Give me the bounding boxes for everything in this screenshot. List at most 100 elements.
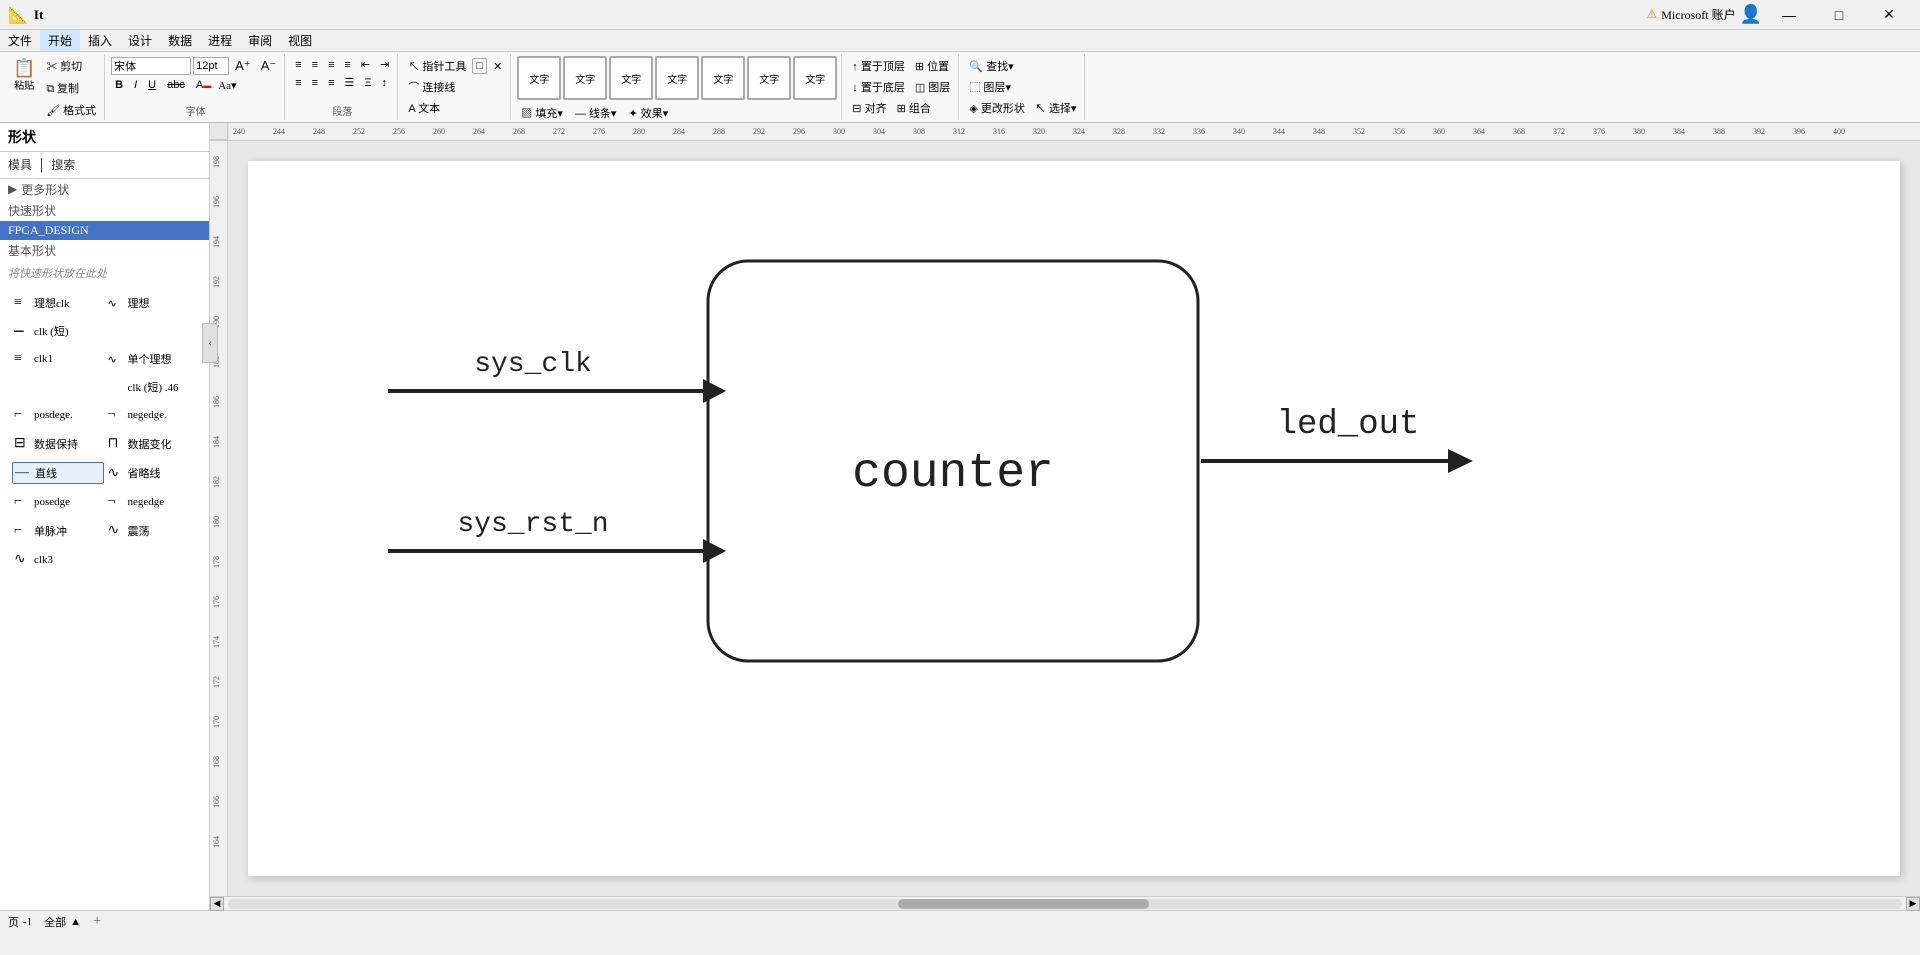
image-button[interactable]: ⬚ 图层▾ <box>965 77 1015 97</box>
sidebar-nav-search[interactable]: 搜索 <box>51 156 75 174</box>
font-decrease-button[interactable]: A⁻ <box>257 56 281 76</box>
menu-design[interactable]: 设计 <box>120 30 160 51</box>
shape-idealclk[interactable]: ≡ 理想clk <box>12 293 104 313</box>
shape-style-2[interactable]: 文字 <box>563 56 607 100</box>
align-justify-button[interactable]: ≡ <box>341 56 355 73</box>
shape-oscillate[interactable]: ∿ 震荡 <box>106 520 198 541</box>
menu-insert[interactable]: 插入 <box>80 30 120 51</box>
align-top-button[interactable]: ≡ <box>291 74 305 91</box>
title-left: 📐 It <box>8 5 43 25</box>
add-page-button[interactable]: + <box>93 914 101 930</box>
align-button[interactable]: ⊟ 对齐 <box>848 98 890 118</box>
shape-data-change[interactable]: ⊓ 数据变化 <box>106 433 198 454</box>
line-button[interactable]: — 线条▾ <box>571 103 621 123</box>
menu-data[interactable]: 数据 <box>160 30 200 51</box>
send-backward-button[interactable]: ↓ 置于底层 <box>848 77 909 97</box>
shape-ideal[interactable]: ∿ 理想 <box>106 293 198 313</box>
align-center-button[interactable]: ≡ <box>308 56 322 73</box>
cut-button[interactable]: ✂ 剪切 <box>42 56 100 76</box>
menu-review[interactable]: 审阅 <box>240 30 280 51</box>
shape-style-4-text: 文字 <box>667 71 687 86</box>
underline-button[interactable]: U <box>144 77 160 93</box>
spacing-button[interactable]: ↕ <box>378 74 392 91</box>
sidebar-item-basic-shapes[interactable]: 基本形状 <box>0 240 209 261</box>
shape-abbreviated[interactable]: ∿ 省略线 <box>106 462 198 484</box>
fill-button[interactable]: ▧ 填充▾ <box>517 103 567 123</box>
menu-process[interactable]: 进程 <box>200 30 240 51</box>
sidebar-collapse-button[interactable]: ‹ <box>202 323 218 363</box>
shape-line[interactable]: — 直线 <box>12 462 104 484</box>
page-canvas: counter sys_clk sys_rst_n <box>248 161 1900 876</box>
list-button[interactable]: ☰ <box>341 74 359 91</box>
group-button[interactable]: ⊞ 组合 <box>893 98 935 118</box>
menu-home[interactable]: 开始 <box>40 30 80 51</box>
close-tool-button[interactable]: ✕ <box>489 58 506 75</box>
pointer-box-button[interactable]: □ <box>472 58 487 74</box>
horizontal-scrollbar[interactable]: ◀ ▶ <box>210 896 1920 910</box>
font-color-button[interactable]: A▬ <box>192 77 215 93</box>
sidebar-item-more-shapes[interactable]: ▶ 更多形状 <box>0 179 209 200</box>
position-button[interactable]: ⊞ 位置 <box>911 56 953 76</box>
shape-data-hold[interactable]: ⊟ 数据保持 <box>12 433 104 454</box>
scroll-thumb[interactable] <box>898 899 1149 909</box>
change-shape-button[interactable]: ◈ 更改形状 <box>965 98 1029 118</box>
font-increase-button[interactable]: A⁺ <box>231 56 255 76</box>
scroll-right-button[interactable]: ▶ <box>1906 897 1920 911</box>
tools-content: ↖ 指针工具 □ ✕ ⌒ 连接线 A 文本 <box>404 56 506 118</box>
shape-clk-46[interactable]: clk (短) .46 <box>106 377 198 397</box>
scroll-left-button[interactable]: ◀ <box>210 897 224 911</box>
numbered-list-button[interactable]: Ξ <box>360 74 375 91</box>
effect-button[interactable]: ✦ 效果▾ <box>624 103 672 123</box>
bring-forward-button[interactable]: ↑ 置于顶层 <box>848 56 909 76</box>
pointer-tool-button[interactable]: ↖ 指针工具 <box>404 56 470 76</box>
copy-button[interactable]: ⧉ 复制 <box>42 78 100 98</box>
shape-single-ideal[interactable]: ∿ 单个理想 <box>106 349 198 369</box>
font-size-input[interactable] <box>193 57 229 75</box>
italic-button[interactable]: I <box>130 77 141 93</box>
shape-style-4[interactable]: 文字 <box>655 56 699 100</box>
shape-style-7[interactable]: 文字 <box>793 56 837 100</box>
format-button[interactable]: 🖌 格式式 <box>42 100 100 120</box>
text-tool-button[interactable]: A 文本 <box>404 98 444 118</box>
find-button[interactable]: 🔍 查找▾ <box>965 56 1017 76</box>
layer-button[interactable]: ◫ 图层 <box>911 77 954 97</box>
shape-style-5[interactable]: 文字 <box>701 56 745 100</box>
shape-posedge[interactable]: ⌐ posedge <box>12 492 104 512</box>
paste-button[interactable]: 📋 粘贴 <box>8 56 40 95</box>
minimize-button[interactable]: — <box>1766 1 1812 29</box>
indent-increase-button[interactable]: ⇥ <box>376 56 393 73</box>
font-name-input[interactable] <box>111 57 191 75</box>
shape-posdege[interactable]: ⌐ posdege. <box>12 405 104 425</box>
shape-negedge-dot[interactable]: ¬ negedge. <box>106 405 198 425</box>
align-left-button[interactable]: ≡ <box>291 56 305 73</box>
shape-single-pulse[interactable]: ⌐ 单脉冲 <box>12 520 104 541</box>
align-bottom-button[interactable]: ≡ <box>324 74 338 91</box>
scroll-track[interactable] <box>228 899 1902 909</box>
svg-text:164: 164 <box>212 836 221 848</box>
connect-tool-button[interactable]: ⌒ 连接线 <box>404 77 459 97</box>
shape-style-1[interactable]: 文字 <box>517 56 561 100</box>
menu-view[interactable]: 视图 <box>280 30 320 51</box>
sidebar-item-quick-shapes[interactable]: 快速形状 <box>0 200 209 221</box>
shape-style-3[interactable]: 文字 <box>609 56 653 100</box>
bold-button[interactable]: B <box>111 77 127 93</box>
svg-text:184: 184 <box>212 436 221 448</box>
shape-clk1[interactable]: ≡ clk1 <box>12 349 104 369</box>
shape-clk3[interactable]: ∿ clk3 <box>12 549 104 570</box>
sidebar-nav-stencils[interactable]: 模具 <box>8 156 32 174</box>
close-button[interactable]: ✕ <box>1866 1 1912 29</box>
maximize-button[interactable]: □ <box>1816 1 1862 29</box>
align-middle-button[interactable]: ≡ <box>308 74 322 91</box>
indent-decrease-button[interactable]: ⇤ <box>357 56 374 73</box>
shape-style-6[interactable]: 文字 <box>747 56 791 100</box>
align-right-button[interactable]: ≡ <box>324 56 338 73</box>
canvas-main[interactable]: counter sys_clk sys_rst_n <box>228 141 1920 896</box>
svg-text:388: 388 <box>1713 127 1725 136</box>
shape-clk-short[interactable]: ━━ clk (短) <box>12 321 104 341</box>
strikethrough-button[interactable]: abc <box>163 77 189 93</box>
shape-negedge[interactable]: ¬ negedge <box>106 492 198 512</box>
all-pages-indicator[interactable]: 全部 ▲ <box>44 914 81 930</box>
menu-file[interactable]: 文件 <box>0 30 40 51</box>
select-button[interactable]: ↖ 选择▾ <box>1031 98 1081 118</box>
sidebar-item-fpga-design[interactable]: FPGA_DESIGN <box>0 221 209 240</box>
